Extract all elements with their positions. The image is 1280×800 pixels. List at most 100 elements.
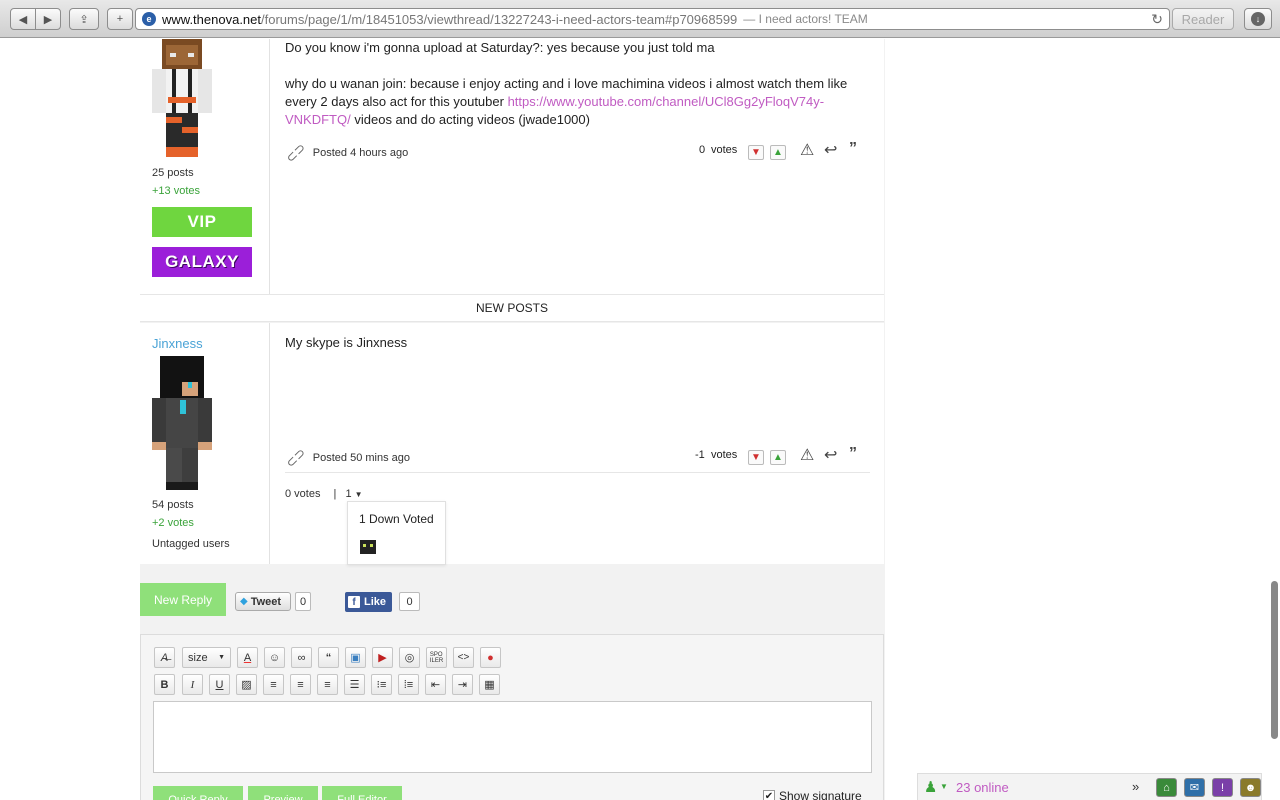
show-signature-toggle[interactable]: ✔ Show signature — [763, 789, 862, 800]
highlight-icon[interactable]: ▨ — [236, 674, 257, 695]
caret-down-icon: ▼ — [354, 490, 363, 499]
reply-editor: A̶ size ▼ A ☺ ∞ “ ▣ ▶ ◎ SPO ILER <> ● B I… — [140, 634, 884, 800]
italic-icon[interactable]: I — [182, 674, 203, 695]
bullet-list-icon[interactable]: ⁝≡ — [371, 674, 392, 695]
like-count: 0 — [399, 592, 420, 611]
post-paragraph: why do u wanan join: because i enjoy act… — [285, 75, 870, 129]
size-label: size — [188, 651, 208, 664]
post-meta-row: ⊂⊃ Posted 50 mins ago -1 votes ▼ ▲ ⚠ ↩ ” — [283, 445, 870, 471]
post-meta-row: ⊂⊃ Posted 4 hours ago 0 votes ▼ ▲ ⚠ ↩ ” — [283, 140, 870, 166]
post-permalink[interactable]: ⊂⊃ Posted 4 hours ago — [283, 140, 409, 166]
vote-label: votes — [711, 449, 738, 461]
address-bar[interactable]: e www.thenova.net /forums/page/1/m/18451… — [135, 8, 1170, 30]
profile-avatar[interactable]: ☻ — [1240, 778, 1261, 797]
insert-video-icon[interactable]: ▶ — [372, 647, 393, 668]
spoiler-icon[interactable]: SPO ILER — [426, 647, 447, 668]
twitter-bird-icon: ◆ — [240, 596, 248, 607]
downvote-dropdown[interactable]: 1 ▼ — [345, 488, 362, 500]
download-icon: ↓ — [1251, 12, 1265, 26]
reply-icon[interactable]: ↩ — [824, 445, 837, 465]
thumbs-down-icon[interactable]: ▼ — [748, 450, 764, 465]
remove-format-icon[interactable]: A̶ — [154, 647, 175, 668]
separator: | — [333, 488, 337, 500]
quote-icon[interactable]: ” — [849, 445, 857, 463]
plus-icon: + — [116, 13, 124, 25]
code-icon[interactable]: <> — [453, 647, 474, 668]
reply-textarea[interactable] — [153, 701, 872, 773]
warning-icon[interactable]: ● — [480, 647, 501, 668]
back-arrow-icon: ◀ — [18, 13, 28, 26]
downloads-button[interactable]: ↓ — [1244, 8, 1272, 30]
emoticon-icon[interactable]: ☺ — [264, 647, 285, 668]
forum-post: 25 posts +13 votes VIP GALAXY Do you kno… — [140, 39, 884, 294]
thumbs-up-icon[interactable]: ▲ — [770, 450, 786, 465]
indent-icon[interactable]: ⇥ — [452, 674, 473, 695]
reply-icon[interactable]: ↩ — [824, 140, 837, 160]
align-center-icon[interactable]: ≡ — [290, 674, 311, 695]
author-avatar[interactable] — [152, 356, 212, 490]
mail-icon[interactable]: ✉ — [1184, 778, 1205, 797]
browser-toolbar: ◀ ▶ ⇪ + e www.thenova.net /forums/page/1… — [0, 0, 1280, 38]
insert-image-icon[interactable]: ▣ — [345, 647, 366, 668]
home-icon[interactable]: ⌂ — [1156, 778, 1177, 797]
user-status-icon[interactable]: ♟ — [924, 778, 937, 796]
tweet-label: Tweet — [250, 595, 282, 608]
align-right-icon[interactable]: ≡ — [317, 674, 338, 695]
text-color-icon[interactable]: A — [237, 647, 258, 668]
reader-button[interactable]: Reader — [1172, 8, 1234, 30]
full-editor-button[interactable]: Full Editor — [322, 786, 402, 800]
author-username[interactable]: Jinxness — [152, 336, 203, 351]
table-icon[interactable]: ▦ — [479, 674, 500, 695]
numbered-list-icon[interactable]: ⁞≡ — [398, 674, 419, 695]
outdent-icon[interactable]: ⇤ — [425, 674, 446, 695]
vip-badge: VIP — [152, 207, 252, 237]
show-signature-label: Show signature — [779, 789, 862, 800]
back-button[interactable]: ◀ — [10, 8, 36, 30]
page-scrollbar[interactable] — [1268, 39, 1280, 800]
font-size-select[interactable]: size ▼ — [182, 647, 231, 668]
link-icon: ⊂⊃ — [282, 139, 309, 166]
underline-icon[interactable]: U — [209, 674, 230, 695]
quick-reply-button[interactable]: Quick Reply — [153, 786, 243, 800]
facebook-like-button[interactable]: f Like — [345, 592, 392, 612]
reload-icon[interactable]: ↻ — [1151, 11, 1163, 28]
online-count[interactable]: 23 online — [956, 780, 1009, 795]
quote-block-icon[interactable]: “ — [318, 647, 339, 668]
attachment-icon[interactable]: ◎ — [399, 647, 420, 668]
tweet-button[interactable]: ◆ Tweet — [235, 592, 291, 611]
thumbs-up-icon[interactable]: ▲ — [770, 145, 786, 160]
preview-button[interactable]: Preview — [248, 786, 318, 800]
author-post-count: 25 posts — [152, 167, 194, 179]
scrollbar-thumb[interactable] — [1271, 581, 1278, 739]
expand-chevron-icon[interactable]: » — [1132, 779, 1139, 794]
author-vote-count: +2 votes — [152, 517, 194, 529]
report-icon[interactable]: ⚠ — [800, 140, 814, 160]
quote-icon[interactable]: ” — [849, 140, 857, 158]
forward-button[interactable]: ▶ — [35, 8, 61, 30]
caret-down-icon[interactable]: ▼ — [940, 782, 948, 791]
site-favicon-icon: e — [142, 12, 156, 26]
voter-avatar[interactable] — [360, 540, 376, 554]
author-post-count: 54 posts — [152, 499, 194, 511]
align-left-icon[interactable]: ≡ — [263, 674, 284, 695]
post-permalink[interactable]: ⊂⊃ Posted 50 mins ago — [283, 445, 411, 471]
notifications-icon[interactable]: ! — [1212, 778, 1233, 797]
bold-icon[interactable]: B — [154, 674, 175, 695]
downvote-popup: 1 Down Voted — [347, 501, 446, 565]
divider — [285, 472, 870, 473]
new-reply-button[interactable]: New Reply — [140, 583, 226, 616]
galaxy-badge: GALAXY — [152, 247, 252, 277]
url-host: www.thenova.net — [162, 11, 262, 27]
posted-time: Posted 50 mins ago — [312, 452, 411, 464]
upvote-total: 0 votes — [285, 488, 321, 500]
share-button[interactable]: ⇪ — [69, 8, 99, 30]
author-avatar[interactable] — [152, 39, 212, 157]
popup-title: 1 Down Voted — [359, 512, 434, 526]
justify-icon[interactable]: ☰ — [344, 674, 365, 695]
thumbs-down-icon[interactable]: ▼ — [748, 145, 764, 160]
url-path: /forums/page/1/m/18451053/viewthread/132… — [261, 11, 738, 27]
report-icon[interactable]: ⚠ — [800, 445, 814, 465]
insert-link-icon[interactable]: ∞ — [291, 647, 312, 668]
checkbox-checked-icon[interactable]: ✔ — [763, 790, 775, 800]
add-bookmark-button[interactable]: + — [107, 8, 133, 30]
